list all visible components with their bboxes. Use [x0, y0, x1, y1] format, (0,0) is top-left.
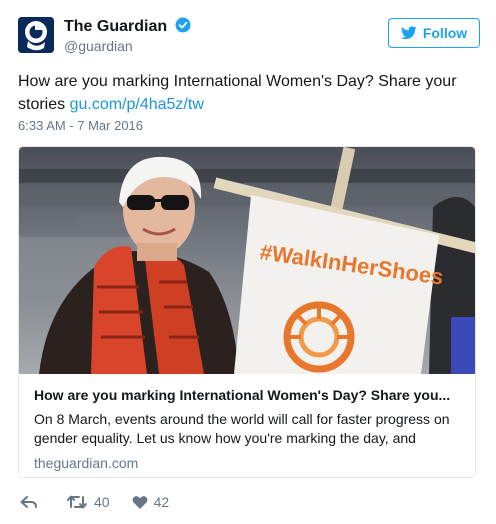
like-count: 42	[153, 494, 170, 510]
reply-button[interactable]	[20, 494, 44, 510]
retweet-button[interactable]: 40	[66, 494, 110, 510]
display-name[interactable]: The Guardian	[64, 18, 167, 35]
handle[interactable]: @guardian	[64, 37, 191, 55]
retweet-count: 40	[94, 494, 110, 510]
tweet-actions: 40 42	[20, 492, 191, 512]
twitter-bird-icon	[400, 26, 417, 40]
card-image[interactable]: #WalkInHerShoes	[19, 147, 475, 374]
follow-label: Follow	[422, 25, 468, 41]
heart-icon	[132, 495, 148, 509]
link-card[interactable]: #WalkInHerShoes How are you marking Inte…	[18, 146, 476, 478]
avatar[interactable]	[18, 17, 54, 53]
tweet-link[interactable]: gu.com/p/4ha5z/tw	[70, 96, 204, 113]
retweet-icon	[67, 495, 87, 509]
card-title[interactable]: How are you marking International Women'…	[34, 386, 464, 404]
reply-icon	[20, 496, 37, 508]
card-description: On 8 March, events around the world will…	[34, 411, 450, 446]
display-name-row[interactable]: The Guardian	[64, 17, 191, 37]
tweet-text: How are you marking International Women'…	[18, 70, 478, 116]
account-name-block: The Guardian @guardian	[64, 17, 191, 55]
like-button[interactable]: 42	[132, 494, 170, 510]
tweet-header: The Guardian @guardian Follow	[18, 17, 480, 57]
card-body[interactable]: How are you marking International Women'…	[34, 386, 464, 471]
verified-badge-icon	[175, 17, 191, 33]
follow-button[interactable]: Follow	[388, 18, 480, 48]
guardian-logo-icon	[18, 17, 54, 53]
timestamp[interactable]: 6:33 AM - 7 Mar 2016	[18, 118, 143, 133]
card-domain[interactable]: theguardian.com	[34, 455, 464, 471]
